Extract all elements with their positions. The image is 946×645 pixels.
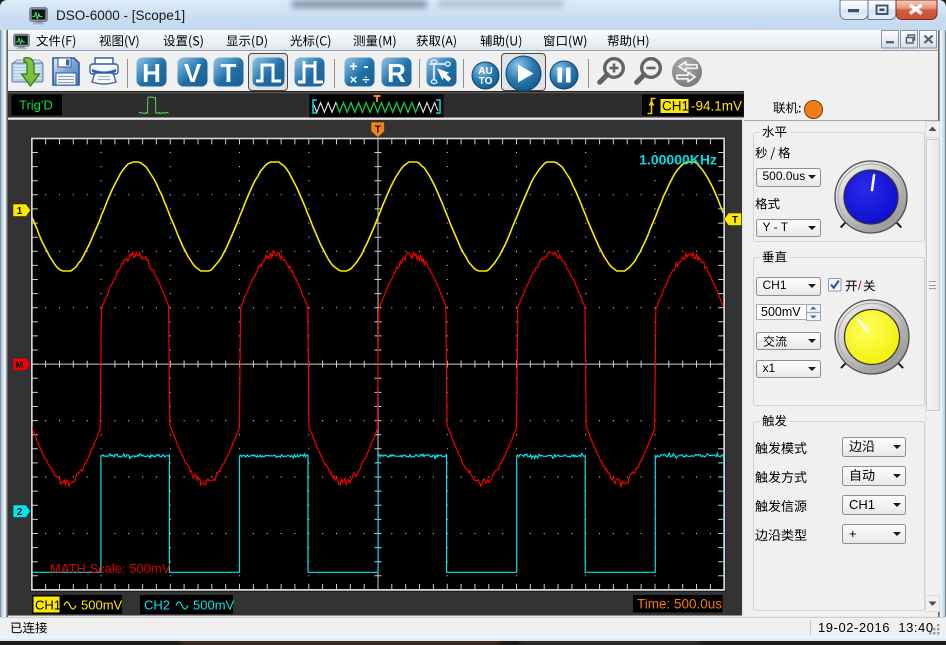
svg-text:500mV: 500mV (81, 598, 123, 613)
svg-text:1: 1 (17, 206, 23, 217)
svg-text:Time: 500.0us: Time: 500.0us (637, 597, 722, 612)
svg-text:CH2: CH2 (144, 598, 170, 613)
svg-text:TO: TO (478, 76, 492, 87)
svg-text:V: V (183, 58, 201, 88)
svg-text:CH1: CH1 (662, 99, 689, 114)
svg-text:T: T (221, 58, 237, 88)
svg-text:T: T (375, 125, 381, 136)
svg-text:1.00000KHz: 1.00000KHz (639, 152, 717, 168)
svg-text:M: M (15, 360, 23, 371)
svg-text:Trig'D: Trig'D (19, 98, 53, 113)
svg-text:×: × (350, 72, 358, 87)
svg-text:H: H (142, 58, 161, 88)
svg-text:500mV: 500mV (193, 598, 235, 613)
svg-text:MATH Scale: 500mV: MATH Scale: 500mV (50, 561, 171, 576)
svg-text:-94.1mV: -94.1mV (691, 99, 742, 114)
svg-text:÷: ÷ (362, 72, 369, 87)
svg-text:T: T (732, 215, 738, 226)
svg-text:2: 2 (17, 507, 23, 518)
svg-text:R: R (387, 58, 406, 88)
svg-text:CH1: CH1 (35, 598, 61, 613)
